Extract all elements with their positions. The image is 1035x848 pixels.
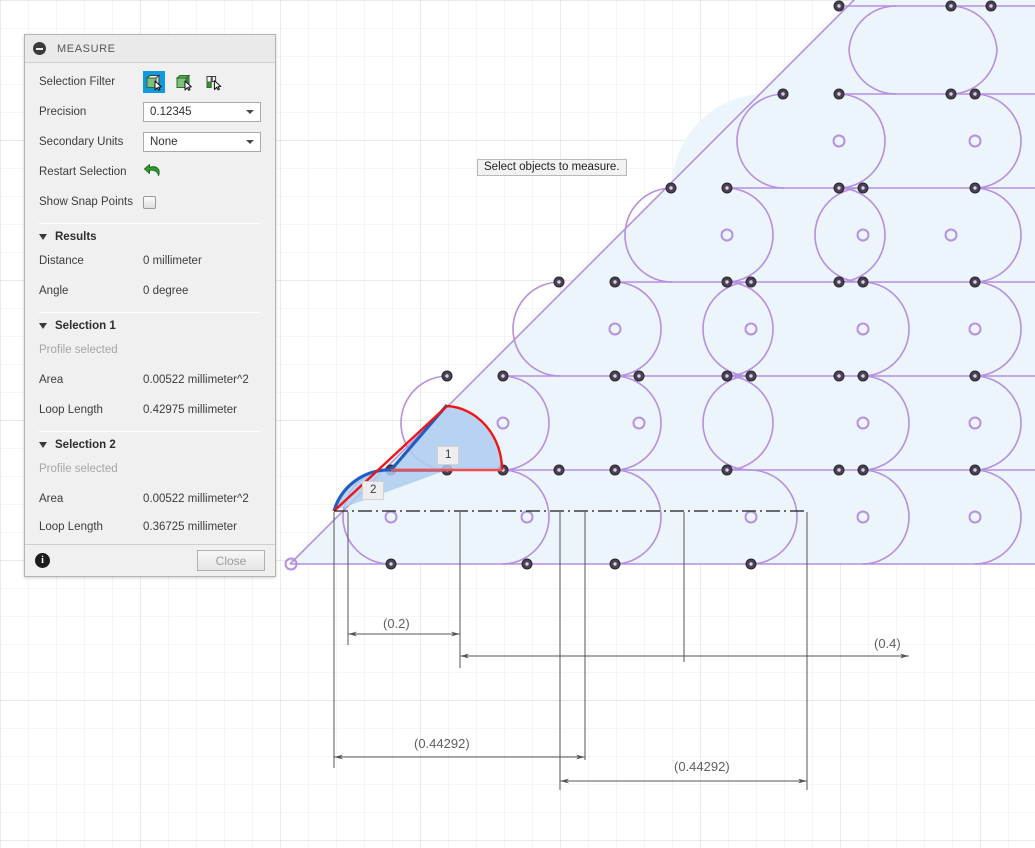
selection-1-area-row: Area 0.00522 millimeter^2 (25, 365, 275, 395)
face-select-icon (145, 73, 162, 91)
distance-label: Distance (39, 255, 84, 267)
selection-2-section-header[interactable]: Selection 2 (25, 434, 275, 454)
select-sketches-filter[interactable] (203, 71, 225, 93)
selection-1-callout[interactable]: 1 (437, 446, 460, 465)
precision-row: Precision 0.12345 (25, 97, 275, 127)
show-snap-points-checkbox[interactable] (143, 195, 156, 209)
selection-2-area-row: Area 0.00522 millimeter^2 (25, 484, 275, 514)
result-row-distance: Distance 0 millimeter (25, 246, 275, 276)
selection-2-loop-length-value: 0.36725 millimeter (143, 521, 237, 533)
restart-selection-row: Restart Selection (25, 157, 275, 187)
selection-1-title: Selection 1 (55, 320, 116, 332)
sketch-select-icon (206, 75, 222, 90)
angle-value: 0 degree (143, 285, 189, 297)
selection-2-loop-length-label: Loop Length (39, 521, 103, 533)
precision-label: Precision (39, 106, 87, 118)
selection-1-section-header[interactable]: Selection 1 (25, 315, 275, 335)
page-title: MEASURE (57, 42, 116, 55)
chevron-down-icon (246, 110, 254, 114)
show-snap-points-row: Show Snap Points (25, 187, 275, 217)
restart-selection-label: Restart Selection (39, 166, 127, 178)
selection-2-status: Profile selected (39, 463, 118, 475)
measure-tooltip: Select objects to measure. (477, 159, 627, 176)
select-bodies-filter[interactable] (173, 71, 195, 93)
selection-1-status-row: Profile selected (25, 335, 275, 365)
chevron-down-icon[interactable] (39, 323, 47, 329)
divider (39, 431, 261, 432)
precision-value: 0.12345 (150, 106, 192, 118)
dimension-label-0-44292-b: (0.44292) (674, 759, 730, 774)
dimension-label-0-4: (0.4) (874, 636, 901, 651)
selection-filter-buttons[interactable] (143, 71, 225, 93)
measure-panel-footer: i Close (25, 544, 275, 576)
selection-2-callout[interactable]: 2 (362, 481, 385, 500)
selection-2-status-row: Profile selected (25, 454, 275, 484)
divider (39, 312, 261, 313)
precision-select[interactable]: 0.12345 (143, 102, 261, 122)
result-row-angle: Angle 0 degree (25, 276, 275, 306)
chevron-down-icon (246, 140, 254, 144)
selection-1-area-value: 0.00522 millimeter^2 (143, 374, 249, 386)
selection-1-status: Profile selected (39, 344, 118, 356)
secondary-units-label: Secondary Units (39, 136, 124, 148)
dimension-label-0-2: (0.2) (383, 616, 410, 631)
body-select-icon (175, 73, 192, 91)
selection-1-area-label: Area (39, 374, 64, 386)
secondary-units-row: Secondary Units None (25, 127, 275, 157)
selection-2-loop-row: Loop Length 0.36725 millimeter (25, 514, 275, 544)
results-title: Results (55, 231, 97, 243)
selection-1-loop-length-label: Loop Length (39, 404, 103, 416)
chevron-down-icon[interactable] (39, 234, 47, 240)
selection-1-loop-row: Loop Length 0.42975 millimeter (25, 395, 275, 425)
measure-panel-body: Selection Filter Precision 0.12345 Secon… (25, 63, 275, 544)
close-button[interactable]: Close (197, 550, 265, 571)
selection-2-title: Selection 2 (55, 439, 116, 451)
selection-1-loop-length-value: 0.42975 millimeter (143, 404, 237, 416)
distance-value: 0 millimeter (143, 255, 202, 267)
select-faces-filter[interactable] (143, 71, 165, 93)
info-icon[interactable]: i (35, 553, 50, 568)
cad-application-window: (0.2) (0.4) (0.44292) (0.44292) Select o… (0, 0, 1035, 848)
chevron-down-icon[interactable] (39, 442, 47, 448)
selection-filter-row: Selection Filter (25, 67, 275, 97)
minus-circle-icon[interactable] (33, 42, 46, 55)
dimension-label-0-44292-a: (0.44292) (414, 736, 470, 751)
secondary-units-value: None (150, 136, 178, 148)
show-snap-points-label: Show Snap Points (39, 196, 133, 208)
results-section-header[interactable]: Results (25, 226, 275, 246)
measure-panel-header[interactable]: MEASURE (25, 35, 275, 63)
selection-filter-label: Selection Filter (39, 76, 116, 88)
selection-2-area-value: 0.00522 millimeter^2 (143, 493, 249, 505)
undo-arrow-icon[interactable] (143, 163, 163, 181)
selection-2-area-label: Area (39, 493, 64, 505)
divider (39, 223, 261, 224)
secondary-units-select[interactable]: None (143, 132, 261, 152)
measure-panel[interactable]: MEASURE Selection Filter Precision 0.123… (24, 34, 276, 577)
angle-label: Angle (39, 285, 69, 297)
